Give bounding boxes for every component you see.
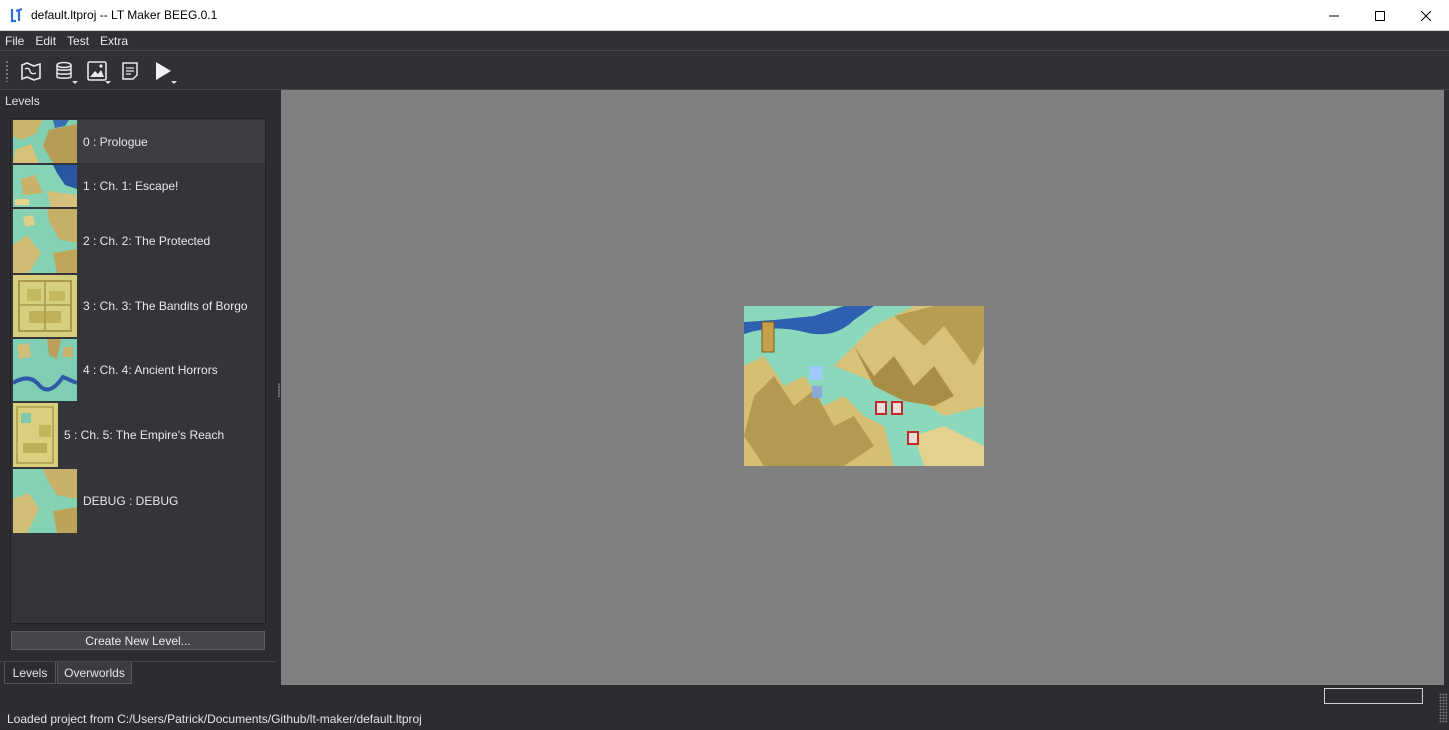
level-thumbnail (13, 120, 77, 163)
toolbar-grip[interactable] (5, 59, 9, 82)
lt-maker-logo-icon (10, 7, 23, 23)
test-play-button[interactable] (149, 57, 177, 85)
resources-button[interactable] (83, 57, 111, 85)
close-button[interactable] (1403, 0, 1449, 31)
maximize-icon (1375, 10, 1385, 21)
level-item-ch4[interactable]: 4 : Ch. 4: Ancient Horrors (13, 339, 265, 401)
level-label: 0 : Prologue (83, 134, 148, 149)
level-thumbnail (13, 469, 77, 533)
level-map-preview[interactable] (744, 306, 984, 466)
level-thumbnail (13, 339, 77, 401)
database-dropdown-arrow[interactable] (72, 80, 78, 84)
menu-bar: File Edit Test Extra (0, 31, 1449, 51)
menu-extra[interactable]: Extra (95, 34, 134, 48)
level-thumbnail (13, 275, 77, 337)
status-progress-box (1324, 688, 1423, 704)
database-icon (56, 61, 72, 79)
map-icon (21, 61, 41, 81)
level-label: 4 : Ch. 4: Ancient Horrors (83, 363, 218, 377)
tab-overworlds[interactable]: Overworlds (57, 662, 132, 684)
menu-edit[interactable]: Edit (30, 34, 62, 48)
status-message: Loaded project from C:/Users/Patrick/Doc… (7, 712, 422, 726)
window-titlebar: default.ltproj -- LT Maker BEEG.0.1 (0, 0, 1449, 31)
level-list[interactable]: 0 : Prologue 1 : Ch. 1: Escape! 2 : Ch. (10, 118, 266, 624)
levels-dock: Levels 0 : Prologue 1 : Ch. 1: Escape! 2… (0, 90, 276, 685)
window-title: default.ltproj -- LT Maker BEEG.0.1 (31, 8, 218, 22)
menu-file[interactable]: File (0, 34, 30, 48)
status-bar: Loaded project from C:/Users/Patrick/Doc… (0, 685, 1449, 730)
level-item-ch3[interactable]: 3 : Ch. 3: The Bandits of Borgo (13, 275, 265, 337)
resources-dropdown-arrow[interactable] (105, 80, 111, 84)
level-label: 1 : Ch. 1: Escape! (83, 179, 179, 193)
main-toolbar (0, 52, 1449, 90)
close-icon (1421, 10, 1431, 21)
notes-icon (122, 61, 138, 80)
menu-test[interactable]: Test (62, 34, 95, 48)
level-thumbnail (13, 209, 77, 273)
level-thumbnail (13, 403, 58, 467)
level-item-debug[interactable]: DEBUG : DEBUG (13, 469, 265, 533)
level-item-ch5[interactable]: 5 : Ch. 5: The Empire's Reach (13, 403, 265, 467)
image-icon (87, 60, 107, 81)
create-new-level-button[interactable]: Create New Level... (11, 631, 265, 650)
maximize-button[interactable] (1357, 0, 1403, 31)
database-button[interactable] (50, 57, 78, 85)
level-item-ch1[interactable]: 1 : Ch. 1: Escape! (13, 165, 265, 207)
splitter-grip[interactable] (278, 383, 280, 397)
event-editor-button[interactable] (116, 57, 144, 85)
window-size-grip[interactable] (1439, 693, 1447, 723)
level-label: 5 : Ch. 5: The Empire's Reach (64, 428, 225, 442)
level-item-prologue[interactable]: 0 : Prologue (13, 120, 265, 163)
levels-panel-title: Levels (5, 94, 40, 108)
play-dropdown-arrow[interactable] (171, 80, 177, 84)
level-label: DEBUG : DEBUG (83, 494, 179, 508)
level-label: 2 : Ch. 2: The Protected (83, 234, 211, 248)
right-edge (1444, 90, 1449, 685)
minimize-icon (1329, 15, 1339, 16)
play-icon (156, 61, 171, 80)
tab-levels[interactable]: Levels (4, 662, 56, 684)
minimize-button[interactable] (1311, 0, 1357, 31)
level-thumbnail (13, 165, 77, 207)
level-item-ch2[interactable]: 2 : Ch. 2: The Protected (13, 209, 265, 273)
level-label: 3 : Ch. 3: The Bandits of Borgo (83, 299, 248, 313)
map-editor-button[interactable] (17, 57, 45, 85)
